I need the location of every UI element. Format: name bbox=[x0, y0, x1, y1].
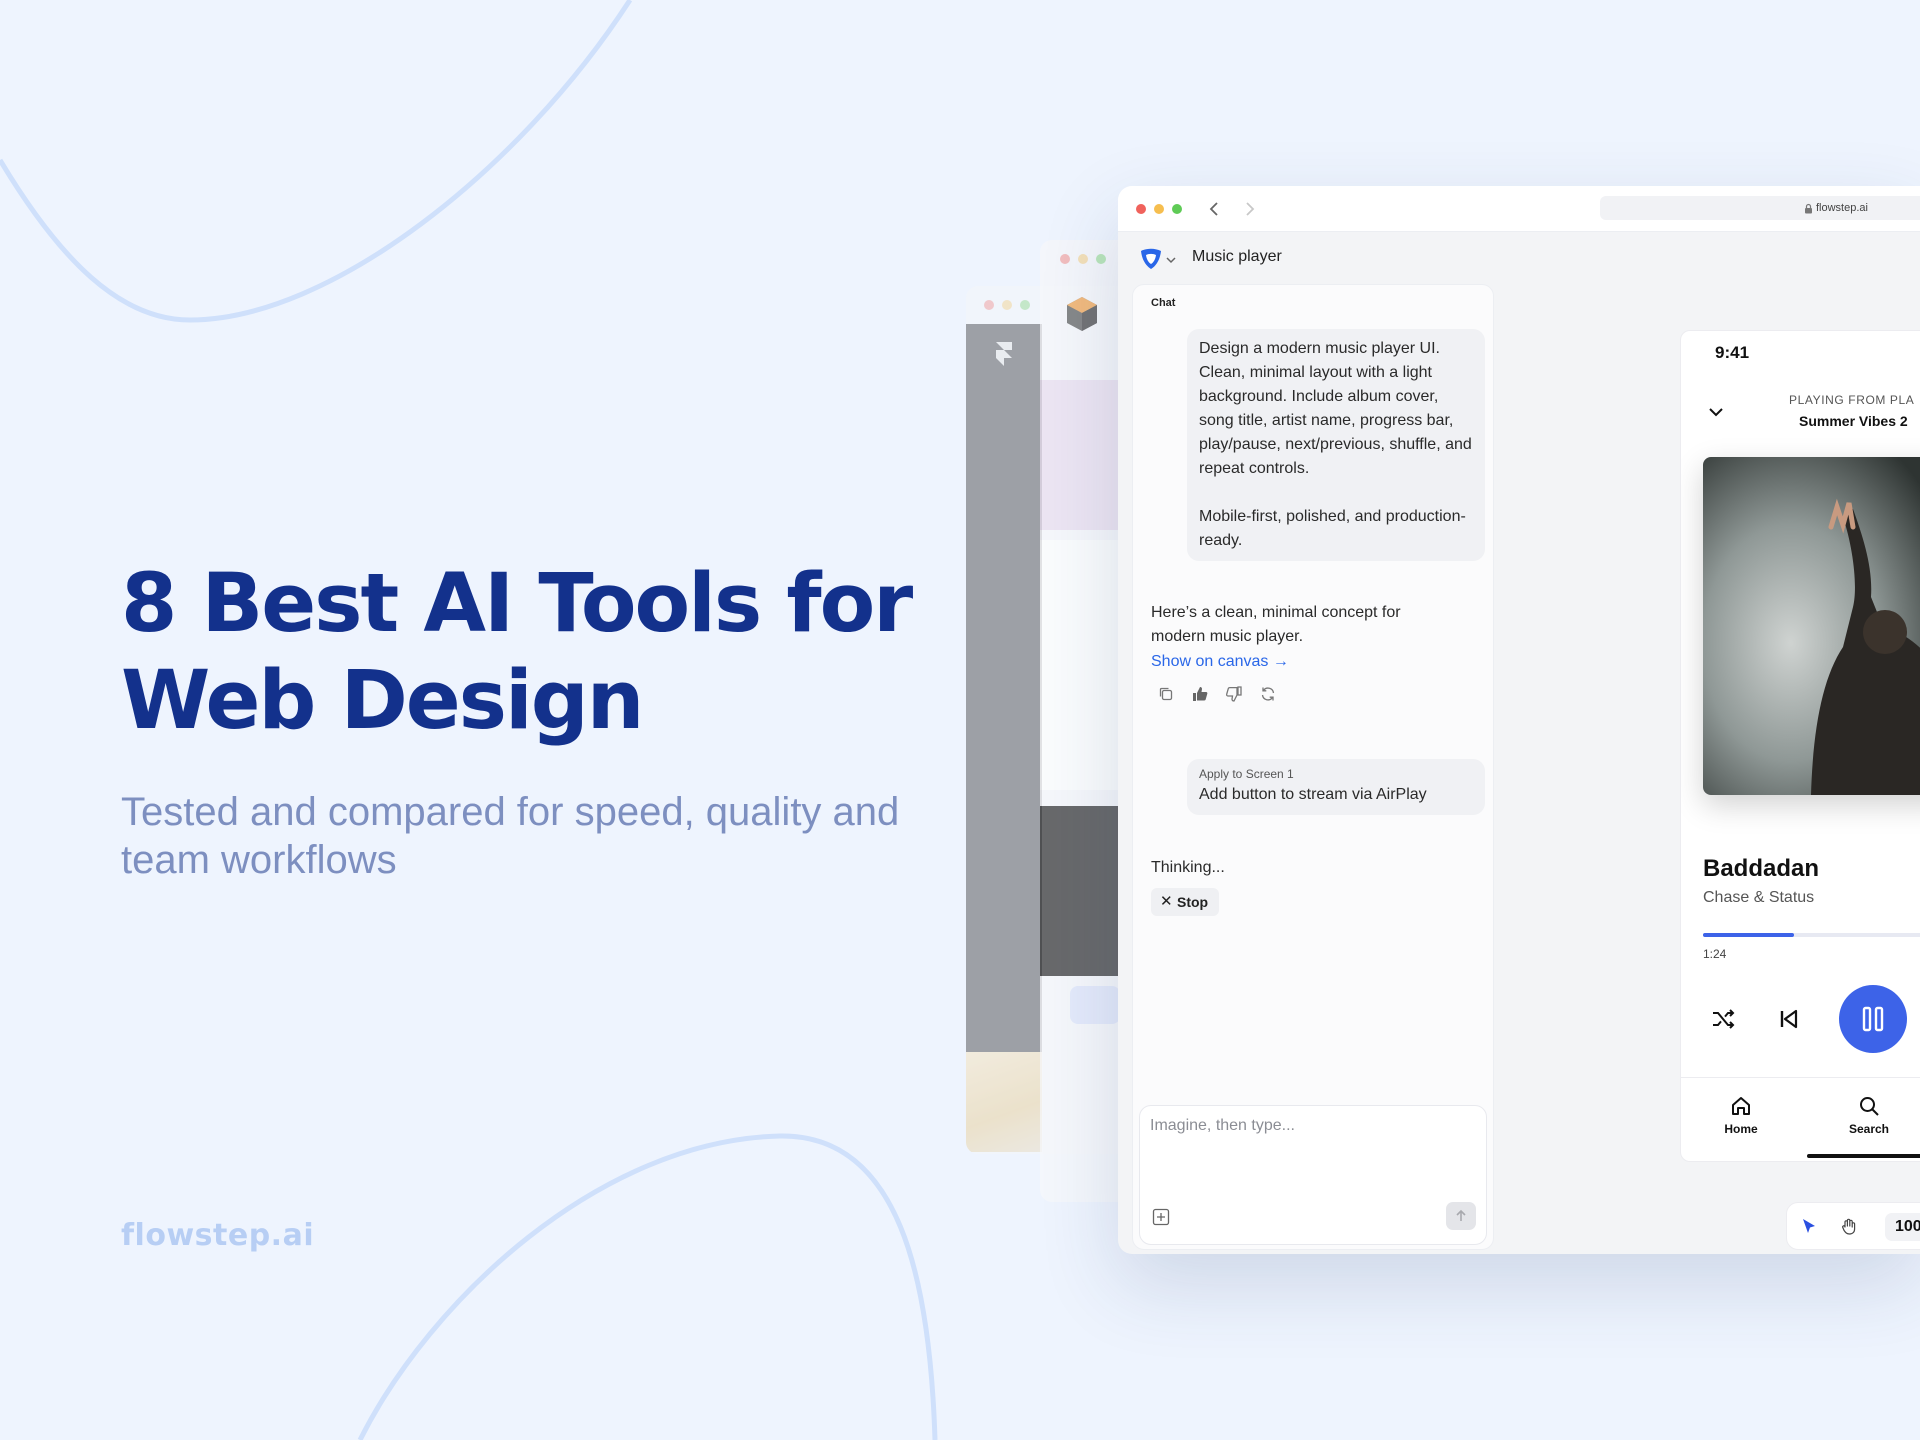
project-title: Music player bbox=[1192, 248, 1282, 265]
elapsed-time: 1:24 bbox=[1703, 947, 1727, 961]
headline: 8 Best AI Tools for Web Design bbox=[121, 556, 941, 750]
chat-panel: Chat Design a modern music player UI. Cl… bbox=[1132, 284, 1494, 1250]
status-text: Thinking... bbox=[1151, 859, 1225, 876]
chevron-down-icon[interactable] bbox=[1707, 403, 1725, 421]
sidebar-panel bbox=[966, 324, 1042, 1052]
refresh-icon[interactable] bbox=[1259, 685, 1277, 703]
playing-from-label: PLAYING FROM PLA bbox=[1789, 393, 1915, 407]
tab-home[interactable]: Home bbox=[1701, 1094, 1781, 1136]
shuffle-chip bbox=[1070, 986, 1120, 1024]
lock-icon bbox=[1805, 203, 1812, 214]
thumbs-down-icon[interactable] bbox=[1225, 685, 1243, 703]
chevron-down-icon[interactable] bbox=[1166, 256, 1176, 264]
show-on-canvas-link[interactable]: Show on canvas → bbox=[1151, 653, 1289, 671]
headline-line-2: Web Design bbox=[121, 654, 644, 748]
address-bar[interactable]: flowstep.ai bbox=[1600, 196, 1920, 220]
add-attachment-icon[interactable] bbox=[1152, 1208, 1170, 1226]
shuffle-icon[interactable] bbox=[1709, 1005, 1737, 1033]
progress-fill bbox=[1703, 933, 1794, 937]
home-icon bbox=[1732, 1097, 1750, 1115]
logo-icon[interactable] bbox=[1138, 246, 1164, 272]
message-context: Apply to Screen 1 bbox=[1199, 767, 1294, 781]
thumbnail-card bbox=[1040, 806, 1120, 976]
song-title: Baddadan bbox=[1703, 855, 1820, 882]
user-message-text: Design a modern music player UI. Clean, … bbox=[1199, 340, 1472, 477]
copy-icon[interactable] bbox=[1157, 685, 1175, 703]
hand-icon[interactable] bbox=[1839, 1217, 1859, 1237]
url-text: flowstep.ai bbox=[1816, 202, 1868, 214]
thumbnail-image bbox=[966, 1052, 1042, 1152]
album-cover bbox=[1703, 457, 1920, 795]
thumbs-up-icon[interactable] bbox=[1191, 685, 1209, 703]
back-icon[interactable] bbox=[1208, 202, 1220, 216]
zoom-level[interactable]: 100 bbox=[1885, 1213, 1920, 1241]
thumbnail-card bbox=[1040, 380, 1120, 530]
headline-line-1: 8 Best AI Tools for bbox=[121, 557, 913, 651]
stop-button[interactable]: ✕ Stop bbox=[1151, 888, 1219, 916]
chat-input[interactable] bbox=[1150, 1114, 1470, 1138]
tab-label: Search bbox=[1848, 1122, 1890, 1136]
brand-logo: flowstep.ai bbox=[121, 1218, 315, 1253]
assistant-message: Here’s a clean, minimal concept for mode… bbox=[1151, 604, 1401, 645]
previous-icon[interactable] bbox=[1775, 1005, 1803, 1033]
progress-bar[interactable] bbox=[1703, 933, 1920, 937]
tab-search[interactable]: Search bbox=[1829, 1094, 1909, 1136]
forward-icon[interactable] bbox=[1244, 202, 1256, 216]
close-icon: ✕ bbox=[1160, 893, 1173, 910]
chat-label: Chat bbox=[1151, 297, 1176, 309]
user-message: Design a modern music player UI. Clean, … bbox=[1187, 329, 1485, 561]
send-button[interactable] bbox=[1446, 1202, 1476, 1230]
arrow-up-icon bbox=[1456, 1209, 1466, 1221]
playlist-name: Summer Vibes 2 bbox=[1799, 413, 1908, 429]
search-icon bbox=[1860, 1097, 1879, 1116]
subheadline: Tested and compared for speed, quality a… bbox=[121, 790, 900, 882]
user-message-text: Add button to stream via AirPlay bbox=[1199, 786, 1427, 803]
tab-indicator bbox=[1807, 1154, 1920, 1158]
user-message: Apply to Screen 1 Add button to stream v… bbox=[1187, 759, 1485, 815]
tab-bar: Home Search bbox=[1681, 1077, 1920, 1161]
thumbnail-card bbox=[1040, 540, 1120, 790]
user-message-text: Mobile-first, polished, and production-r… bbox=[1199, 508, 1466, 549]
app-logo-icon bbox=[1067, 297, 1097, 331]
close-dot[interactable] bbox=[1136, 204, 1146, 214]
window-controls bbox=[984, 300, 1030, 310]
maximize-dot[interactable] bbox=[1172, 204, 1182, 214]
title-bar: flowstep.ai bbox=[1118, 186, 1920, 232]
artist-name: Chase & Status bbox=[1703, 889, 1815, 906]
framer-logo-icon bbox=[996, 342, 1012, 366]
stop-label: Stop bbox=[1177, 894, 1209, 910]
chat-composer bbox=[1139, 1105, 1487, 1245]
status-time: 9:41 bbox=[1715, 343, 1750, 362]
message-actions bbox=[1157, 685, 1277, 703]
pause-icon bbox=[1862, 1006, 1884, 1032]
tab-label: Home bbox=[1724, 1122, 1758, 1136]
cursor-icon[interactable] bbox=[1799, 1217, 1819, 1237]
phone-mockup: 9:41 PLAYING FROM PLA Summer Vibes 2 Bad… bbox=[1680, 330, 1920, 1162]
play-pause-button[interactable] bbox=[1839, 985, 1907, 1053]
minimize-dot[interactable] bbox=[1154, 204, 1164, 214]
window-controls bbox=[1060, 254, 1106, 264]
window-controls bbox=[1136, 204, 1182, 214]
canvas-toolbar: 100 bbox=[1786, 1202, 1920, 1250]
app-window: flowstep.ai Music player Chat Design a m… bbox=[1118, 186, 1920, 1254]
